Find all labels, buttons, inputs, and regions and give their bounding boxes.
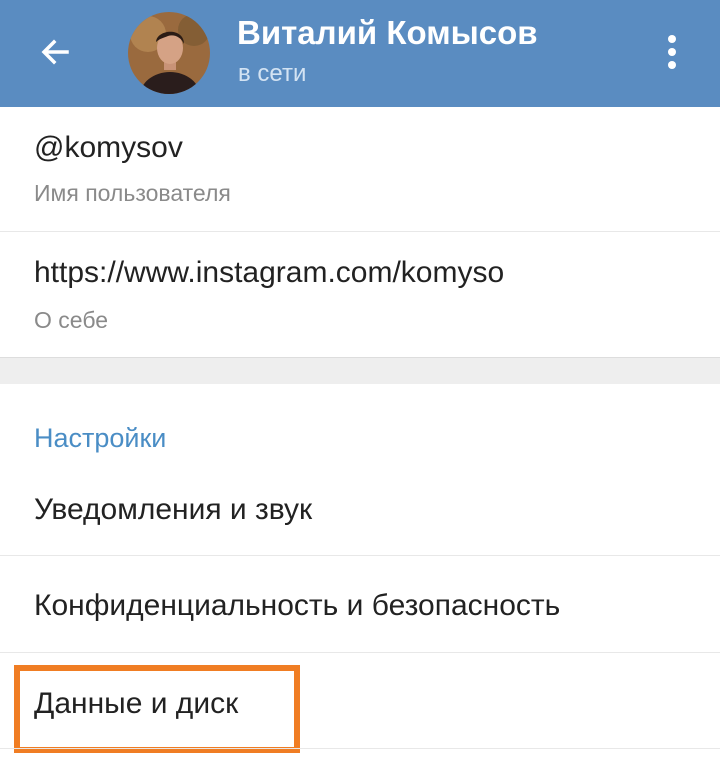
username-label: Имя пользователя <box>34 180 231 206</box>
bio-value: https://www.instagram.com/komyso <box>34 256 505 289</box>
back-button[interactable] <box>30 27 80 77</box>
settings-item-label: Уведомления и звук <box>34 493 313 526</box>
bio-label: О себе <box>34 307 109 333</box>
arrow-left-icon <box>41 39 69 65</box>
avatar[interactable] <box>128 12 210 94</box>
settings-item-notifications[interactable]: Уведомления и звук <box>0 460 720 556</box>
username-value: @komysov <box>34 131 183 164</box>
settings-section-title: Настройки <box>34 423 167 453</box>
highlight-box <box>14 665 300 753</box>
chat-title: Виталий Комысов <box>237 14 538 51</box>
settings-item-privacy[interactable]: Конфиденциальность и безопасность <box>0 556 720 652</box>
username-row[interactable]: @komysov Имя пользователя <box>0 107 720 231</box>
settings-item-label: Конфиденциальность и безопасность <box>34 589 561 622</box>
chat-header: Виталий Комысов в сети <box>0 0 720 107</box>
bio-row[interactable]: https://www.instagram.com/komyso О себе <box>0 232 720 357</box>
more-options-button[interactable] <box>652 27 692 77</box>
row-divider <box>0 748 720 749</box>
section-separator <box>0 357 720 384</box>
avatar-photo <box>128 12 210 94</box>
more-vertical-icon <box>668 35 676 69</box>
online-status: в сети <box>238 60 307 87</box>
